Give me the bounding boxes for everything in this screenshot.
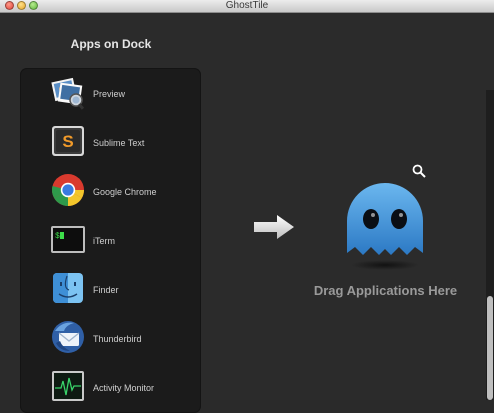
window-title: GhostTile (225, 0, 269, 11)
magnifier-icon[interactable] (412, 164, 426, 178)
thunderbird-icon (52, 321, 84, 353)
app-item-google-chrome[interactable]: Google Chrome (20, 168, 201, 216)
app-label: iTerm (93, 236, 115, 246)
activity-monitor-icon (52, 371, 84, 401)
app-label: Finder (93, 285, 119, 295)
app-label: Thunderbird (93, 334, 142, 344)
app-label: Google Chrome (93, 187, 157, 197)
drop-zone-label: Drag Applications Here (313, 283, 458, 298)
scrollbar[interactable] (485, 90, 494, 400)
preview-icon (51, 77, 85, 110)
app-item-preview[interactable]: Preview (20, 70, 201, 118)
app-item-finder[interactable]: Finder (20, 266, 201, 314)
app-item-thunderbird[interactable]: Thunderbird (20, 315, 201, 363)
arrow-right-icon (254, 215, 294, 239)
iterm-icon: $ (51, 226, 85, 253)
app-item-sublime-text[interactable]: S Sublime Text (20, 119, 201, 167)
ghost-icon (347, 183, 423, 270)
app-label: Preview (93, 89, 126, 99)
app-label: Activity Monitor (93, 383, 155, 393)
svg-text:$: $ (55, 232, 60, 241)
app-label: Sublime Text (93, 138, 145, 148)
sublime-text-icon: S (52, 126, 84, 156)
app-item-activity-monitor[interactable]: Activity Monitor (20, 364, 201, 412)
svg-text:S: S (62, 132, 73, 151)
dock-app-list: Preview S Sublime Text Google Chrome $ i… (20, 68, 201, 413)
window-body: Apps on Dock Preview S Sublime Text Goog… (0, 13, 494, 413)
app-item-iterm[interactable]: $ iTerm (20, 217, 201, 265)
dock-heading: Apps on Dock (70, 37, 152, 51)
finder-icon (53, 273, 83, 303)
title-bar: GhostTile (0, 0, 494, 13)
chrome-icon (51, 174, 85, 207)
